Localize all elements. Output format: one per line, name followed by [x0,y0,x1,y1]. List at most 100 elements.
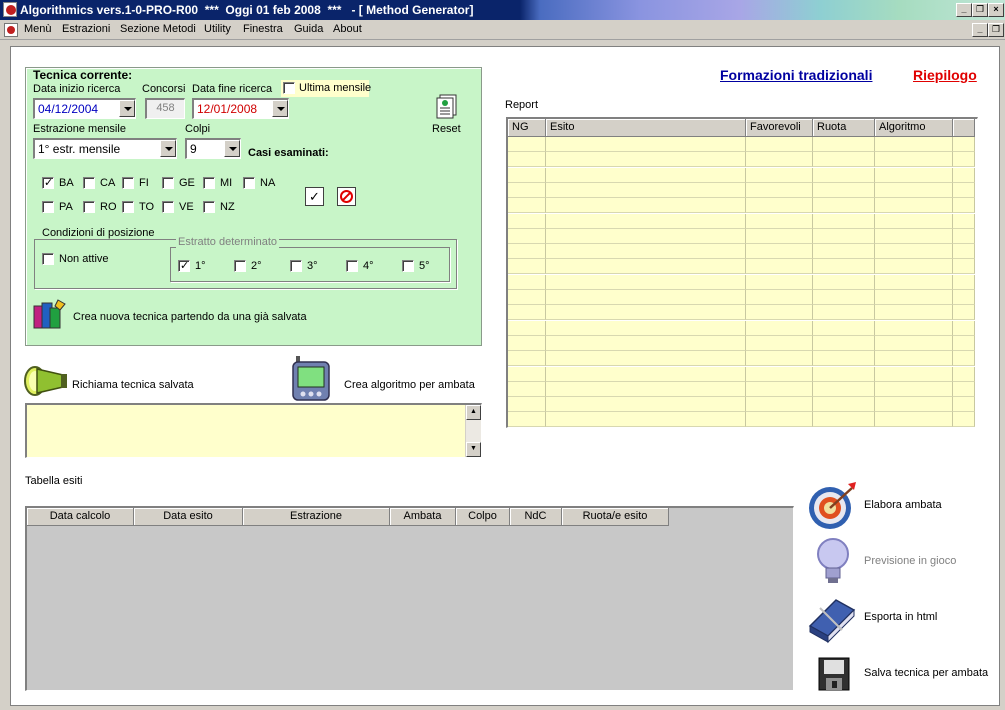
report-row[interactable] [508,259,975,275]
tabella-col-4[interactable]: Ambata [390,508,456,526]
colpi-select[interactable]: 9 [185,138,241,159]
report-row[interactable] [508,290,975,305]
report-row[interactable] [508,305,975,321]
non-attive-checkbox[interactable] [42,253,54,265]
report-col-ruota[interactable]: Ruota [813,119,875,137]
reset-label[interactable]: Reset [432,123,461,135]
clear-all-button[interactable] [337,187,356,206]
ruota-checkbox-na[interactable] [243,177,255,189]
report-row[interactable] [508,152,975,168]
close-button[interactable]: × [988,3,1004,17]
crea-nuova-icon[interactable] [32,298,68,332]
report-row[interactable] [508,320,975,336]
tabella-col-7[interactable]: Ruota/e esito [562,508,669,526]
crea-nuova-label[interactable]: Crea nuova tecnica partendo da una già s… [73,311,307,323]
report-row[interactable] [508,228,975,244]
report-row[interactable] [508,167,975,183]
ruota-checkbox-ba[interactable] [42,177,54,189]
report-row[interactable] [508,381,975,397]
child-restore-button[interactable]: ❐ [988,23,1004,37]
ultima-mensile-checkbox[interactable] [283,82,295,94]
reset-icon[interactable] [434,92,460,120]
tabella-esiti-table[interactable]: Data calcolo Data esito Estrazione Ambata Co… [25,506,794,691]
colpi-dropdown-icon[interactable] [224,140,240,157]
ruota-checkbox-ro[interactable] [83,201,95,213]
scroll-up-icon[interactable]: ▲ [466,405,481,420]
menu-sezione-metodi[interactable]: Sezione Metodi [120,23,196,35]
menu-estrazioni[interactable]: Estrazioni [62,23,110,35]
select-all-button[interactable]: ✓ [305,187,324,206]
restore-button[interactable]: ❐ [972,3,988,17]
tabella-col-1[interactable]: Data calcolo [27,508,134,526]
ruota-checkbox-fi[interactable] [122,177,134,189]
report-row[interactable] [508,213,975,229]
richiama-tecnica-label[interactable]: Richiama tecnica salvata [72,379,194,391]
tabella-col-5[interactable]: Colpo [456,508,510,526]
report-row[interactable] [508,198,975,214]
ruota-checkbox-ve[interactable] [162,201,174,213]
data-inizio-value: 04/12/2004 [38,102,99,116]
riepilogo-link[interactable]: Riepilogo [913,67,977,83]
child-minimize-button[interactable]: _ [972,23,988,37]
estratto-label: Estratto determinato [176,236,280,248]
tabella-col-3[interactable]: Estrazione [243,508,390,526]
estratto-checkbox-4[interactable] [346,260,358,272]
menu-finestra[interactable]: Finestra [243,23,283,35]
estratto-checkbox-5[interactable] [402,260,414,272]
estratto-checkbox-2[interactable] [234,260,246,272]
report-col-filler[interactable] [953,119,975,137]
report-row[interactable] [508,137,975,152]
pda-icon[interactable] [290,354,334,402]
memo-scrollbar[interactable]: ▲ ▼ [465,405,481,457]
tabella-col-6[interactable]: NdC [510,508,562,526]
data-fine-dropdown-icon[interactable] [272,100,288,117]
lightbulb-icon[interactable] [812,536,854,586]
scroll-down-icon[interactable]: ▼ [466,442,481,457]
ruota-checkbox-pa[interactable] [42,201,54,213]
data-inizio-dropdown-icon[interactable] [119,100,135,117]
document-icon[interactable] [4,23,18,37]
estratto-checkbox-3[interactable] [290,260,302,272]
report-row[interactable] [508,335,975,351]
estratto-checkbox-1[interactable] [178,260,190,272]
floppy-save-icon[interactable] [817,656,851,692]
report-col-ng[interactable]: NG [508,119,546,137]
salva-tecnica-label[interactable]: Salva tecnica per ambata [864,667,988,679]
report-row[interactable] [508,366,975,382]
formazioni-tradizionali-link[interactable]: Formazioni tradizionali [720,67,872,83]
esporta-html-label[interactable]: Esporta in html [864,611,937,623]
menu-about[interactable]: About [333,23,362,35]
estrazione-mensile-select[interactable]: 1° estr. mensile [33,138,177,159]
report-row[interactable] [508,412,975,427]
flashlight-icon[interactable] [23,359,69,399]
ruota-checkbox-mi[interactable] [203,177,215,189]
ultima-mensile-option[interactable]: Ultima mensile [281,80,371,97]
report-row[interactable] [508,351,975,367]
menu-menu[interactable]: Menù [24,23,52,35]
crea-algoritmo-label[interactable]: Crea algoritmo per ambata [344,379,475,391]
report-row[interactable] [508,244,975,260]
data-fine-field[interactable]: 12/01/2008 [192,98,289,119]
target-icon[interactable] [806,480,858,532]
report-col-algoritmo[interactable]: Algoritmo [875,119,953,137]
menu-utility[interactable]: Utility [204,23,231,35]
ruota-checkbox-ge[interactable] [162,177,174,189]
report-col-favorevoli[interactable]: Favorevoli [746,119,813,137]
tabella-col-2[interactable]: Data esito [134,508,243,526]
report-row[interactable] [508,274,975,290]
data-inizio-field[interactable]: 04/12/2004 [33,98,136,119]
app-icon[interactable] [3,2,17,17]
report-row[interactable] [508,397,975,413]
ruota-checkbox-nz[interactable] [203,201,215,213]
report-table[interactable]: NG Esito Favorevoli Ruota Algoritmo [506,117,978,428]
report-col-esito[interactable]: Esito [546,119,746,137]
estrazione-mensile-dropdown-icon[interactable] [160,140,176,157]
elabora-ambata-label[interactable]: Elabora ambata [864,499,942,511]
ruota-checkbox-to[interactable] [122,201,134,213]
report-row[interactable] [508,182,975,198]
minimize-button[interactable]: _ [956,3,972,17]
menu-guida[interactable]: Guida [294,23,323,35]
book-export-icon[interactable] [806,596,858,644]
ruota-checkbox-ca[interactable] [83,177,95,189]
tecnica-memo[interactable]: ▲ ▼ [25,403,482,458]
